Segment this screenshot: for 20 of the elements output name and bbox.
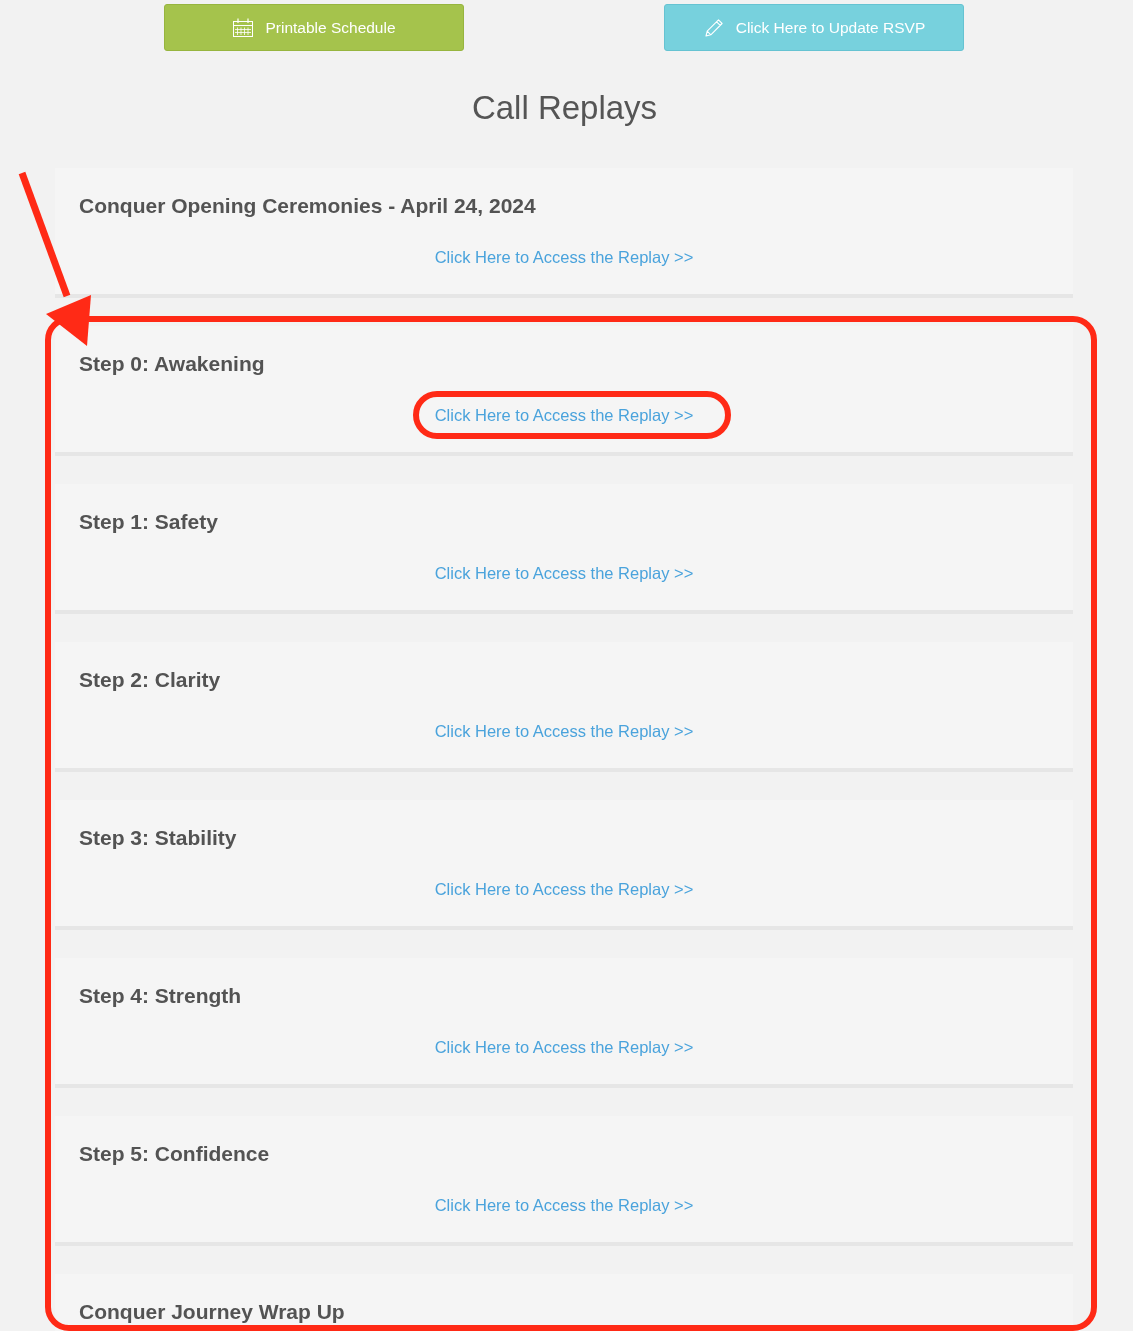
replay-title: Step 0: Awakening — [79, 353, 266, 375]
calendar-icon — [232, 17, 255, 38]
replay-link[interactable]: Click Here to Access the Replay >> — [434, 1037, 694, 1057]
replay-link[interactable]: Click Here to Access the Replay >> — [434, 405, 694, 425]
replay-title: Step 2: Clarity — [79, 669, 222, 691]
replay-link[interactable]: Click Here to Access the Replay >> — [434, 879, 694, 899]
section-heading: Call Replays — [471, 88, 658, 128]
replay-title: Step 1: Safety — [79, 511, 219, 533]
update-rsvp-button[interactable]: Click Here to Update RSVP — [664, 4, 964, 51]
replay-link[interactable]: Click Here to Access the Replay >> — [434, 563, 694, 583]
pencil-icon — [702, 17, 725, 38]
replay-title: Conquer Opening Ceremonies - April 24, 2024 — [79, 195, 537, 217]
replay-title: Step 3: Stability — [79, 827, 238, 849]
replay-title: Step 4: Strength — [79, 985, 243, 1007]
replay-link[interactable]: Click Here to Access the Replay >> — [434, 1195, 694, 1215]
replay-link[interactable]: Click Here to Access the Replay >> — [434, 721, 694, 741]
printable-schedule-button[interactable]: Printable Schedule — [164, 4, 464, 51]
replay-title: Conquer Journey Wrap Up — [79, 1301, 346, 1323]
replay-title: Step 5: Confidence — [79, 1143, 271, 1165]
replay-link[interactable]: Click Here to Access the Replay >> — [434, 247, 694, 267]
